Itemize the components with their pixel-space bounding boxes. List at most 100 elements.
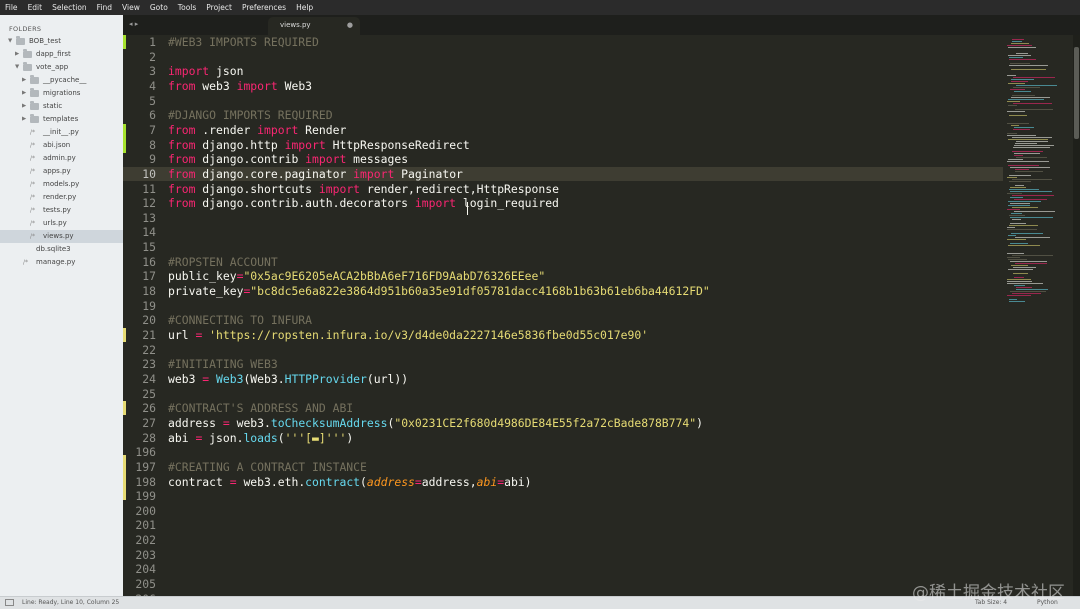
file-icon: /* (30, 220, 36, 227)
sidebar-item-label: admin.py (43, 154, 76, 162)
chevron-down-icon[interactable]: ▼ (15, 61, 21, 74)
minimap-line (1007, 209, 1020, 210)
chevron-right-icon[interactable]: ▶ (22, 87, 28, 100)
code-line[interactable]: 21 url = 'https://ropsten.infura.io/v3/d4… (123, 328, 1003, 343)
tab-bar: ◂ ▸ views.py ● (123, 15, 1080, 35)
panel-toggle-icon[interactable] (5, 599, 14, 606)
chevron-right-icon[interactable]: ▶ (22, 100, 28, 113)
sidebar-item-abi-json[interactable]: /* abi.json (0, 139, 123, 152)
scrollbar-thumb[interactable] (1074, 47, 1079, 139)
tab-nav-arrows[interactable]: ◂ ▸ (129, 20, 138, 28)
code-line[interactable]: 15 (123, 240, 1003, 255)
code-editor[interactable]: 1 #WEB3 IMPORTS REQUIRED 2 3 import json 4 fro… (123, 35, 1003, 596)
minimap-line (1007, 227, 1015, 228)
minimap-line (1012, 41, 1022, 42)
minimap-line (1016, 289, 1048, 290)
code-line[interactable]: 8 from django.http import HttpResponseRed… (123, 138, 1003, 153)
sidebar-item-urls-py[interactable]: /* urls.py (0, 217, 123, 230)
menu-project[interactable]: Project (201, 0, 237, 15)
code-line[interactable]: 203 (123, 548, 1003, 563)
menu-edit[interactable]: Edit (23, 0, 48, 15)
code-line[interactable]: 20 #CONNECTING TO INFURA (123, 313, 1003, 328)
chevron-down-icon[interactable]: ▼ (8, 35, 14, 48)
sidebar-item-vote-app[interactable]: ▼ vote_app (0, 61, 123, 74)
code-token: = (229, 474, 237, 489)
sidebar-item-tests-py[interactable]: /* tests.py (0, 204, 123, 217)
menu-tools[interactable]: Tools (173, 0, 201, 15)
code-line[interactable]: 16 #ROPSTEN ACCOUNT (123, 255, 1003, 270)
sidebar-item-label: abi.json (43, 141, 71, 149)
menu-view[interactable]: View (117, 0, 145, 15)
code-line[interactable]: 13 (123, 211, 1003, 226)
line-number: 4 (149, 78, 156, 93)
tab-views-py[interactable]: views.py ● (268, 17, 360, 35)
menu-goto[interactable]: Goto (145, 0, 173, 15)
code-line[interactable]: 5 (123, 94, 1003, 109)
sidebar-item-templates[interactable]: ▶ templates (0, 113, 123, 126)
minimap-line (1011, 233, 1043, 234)
code-line[interactable]: 26 #CONTRACT'S ADDRESS AND ABI (123, 401, 1003, 416)
code-line[interactable]: 2 (123, 50, 1003, 65)
code-line[interactable]: 28 abi = json.loads('''[▬]''') (123, 431, 1003, 446)
sidebar-item-render-py[interactable]: /* render.py (0, 191, 123, 204)
code-line[interactable]: 199 (123, 489, 1003, 504)
sidebar-item-admin-py[interactable]: /* admin.py (0, 152, 123, 165)
code-line[interactable]: 25 (123, 387, 1003, 402)
line-number: 21 (142, 328, 156, 342)
menu-selection[interactable]: Selection (47, 0, 92, 15)
vertical-scrollbar[interactable] (1073, 35, 1080, 596)
sidebar-item-db-sqlite3[interactable]: db.sqlite3 (0, 243, 123, 256)
code-line[interactable]: 19 (123, 299, 1003, 314)
chevron-right-icon[interactable]: ▶ (15, 48, 21, 61)
code-line[interactable]: 4 from web3 import Web3 (123, 79, 1003, 94)
minimap-line (1010, 167, 1050, 168)
code-line[interactable]: 202 (123, 533, 1003, 548)
code-line[interactable]: 24 web3 = Web3(Web3.HTTPProvider(url)) (123, 372, 1003, 387)
sidebar-item-dapp-first[interactable]: ▶ dapp_first (0, 48, 123, 61)
sidebar-item-pycache[interactable]: ▶ __pycache__ (0, 74, 123, 87)
code-line[interactable]: 9 from django.contrib import messages (123, 152, 1003, 167)
sidebar-item-manage-py[interactable]: /* manage.py (0, 256, 123, 269)
code-line[interactable]: 200 (123, 504, 1003, 519)
chevron-right-icon[interactable]: ▶ (22, 113, 28, 126)
code-line[interactable]: 22 (123, 343, 1003, 358)
sidebar-item-views-py[interactable]: /* views.py (0, 230, 123, 243)
code-line[interactable]: 6 #DJANGO IMPORTS REQUIRED (123, 108, 1003, 123)
sidebar-item-bob-test[interactable]: ▼ BOB_test (0, 35, 123, 48)
code-line[interactable]: 14 (123, 225, 1003, 240)
minimap-line (1011, 81, 1028, 82)
code-token: private_key (168, 284, 244, 299)
code-line[interactable]: 196 (123, 445, 1003, 460)
chevron-right-icon[interactable]: ▶ (22, 74, 28, 87)
code-line[interactable]: 1 #WEB3 IMPORTS REQUIRED (123, 35, 1003, 50)
sidebar-item-migrations[interactable]: ▶ migrations (0, 87, 123, 100)
code-line[interactable]: 18 private_key="bc8dc5e6a822e3864d951b60a… (123, 284, 1003, 299)
code-line[interactable]: 204 (123, 562, 1003, 577)
sidebar-item-static[interactable]: ▶ static (0, 100, 123, 113)
code-line[interactable]: 198 contract = web3.eth.contract(address=… (123, 475, 1003, 490)
sidebar-item-init-py[interactable]: /* __init__.py (0, 126, 123, 139)
code-line[interactable]: 7 from .render import Render (123, 123, 1003, 138)
menu-find[interactable]: Find (92, 0, 117, 15)
code-line[interactable]: 11 from django.shortcuts import render,re… (123, 182, 1003, 197)
code-line[interactable]: 17 public_key="0x5ac9E6205eACA2bBbA6eF716… (123, 269, 1003, 284)
code-line[interactable]: 205 (123, 577, 1003, 592)
menu-file[interactable]: File (0, 0, 23, 15)
code-line[interactable]: 3 import json (123, 64, 1003, 79)
code-line[interactable]: 197 #CREATING A CONTRACT INSTANCE (123, 460, 1003, 475)
code-token: messages (346, 152, 409, 167)
code-line[interactable]: 201 (123, 518, 1003, 533)
sidebar-item-apps-py[interactable]: /* apps.py (0, 165, 123, 178)
sidebar-item-label: tests.py (43, 206, 71, 214)
code-line[interactable]: 27 address = web3.toChecksumAddress("0x02… (123, 416, 1003, 431)
code-line[interactable]: 23 #INITIATING WEB3 (123, 357, 1003, 372)
code-line[interactable]: 12 from django.contrib.auth.decorators im… (123, 196, 1003, 211)
code-line[interactable]: 10 from django.core.paginator import Pagi… (123, 166, 1003, 182)
menu-help[interactable]: Help (291, 0, 318, 15)
code-token: #DJANGO IMPORTS REQUIRED (168, 108, 333, 123)
minimap[interactable] (1003, 35, 1073, 596)
menu-preferences[interactable]: Preferences (237, 0, 291, 15)
sidebar-item-models-py[interactable]: /* models.py (0, 178, 123, 191)
code-token: json. (202, 430, 244, 445)
tab-dirty-icon[interactable]: ● (347, 21, 353, 29)
